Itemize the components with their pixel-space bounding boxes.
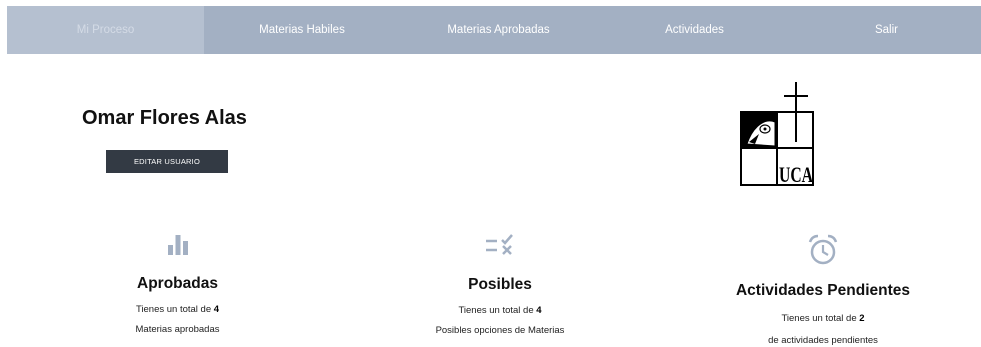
bar-chart-icon bbox=[167, 235, 188, 255]
checklist-icon bbox=[486, 234, 513, 255]
approved-count: 4 bbox=[213, 304, 220, 315]
card-posibles: Posibles Tienes un total de 4 Posibles o… bbox=[420, 234, 580, 336]
card-actividades-pendientes: Actividades Pendientes Tienes un total d… bbox=[728, 234, 918, 346]
card-title: Aprobadas bbox=[137, 275, 218, 292]
nav-item-materias-habiles[interactable]: Materias Habiles bbox=[204, 6, 400, 54]
possible-count: 4 bbox=[536, 305, 542, 316]
edit-user-button[interactable]: EDITAR USUARIO bbox=[106, 150, 228, 173]
card-description: Posibles opciones de Materias bbox=[435, 325, 565, 336]
nav-item-salir[interactable]: Salir bbox=[792, 6, 981, 54]
user-name: Omar Flores Alas bbox=[82, 107, 247, 129]
card-title: Posibles bbox=[468, 276, 532, 293]
alarm-clock-icon bbox=[808, 234, 838, 265]
card-description: de actividades pendientes bbox=[768, 335, 878, 346]
nav-item-actividades[interactable]: Actividades bbox=[597, 6, 792, 54]
card-total-line: Tienes un total de 2 bbox=[781, 313, 865, 324]
card-total-line: Tienes un total de 4 bbox=[458, 305, 542, 316]
uca-logo: UCA bbox=[735, 82, 819, 188]
nav-item-mi-proceso[interactable]: Mi Proceso bbox=[7, 6, 204, 54]
card-description: Materias aprobadas bbox=[135, 324, 220, 335]
pending-count: 2 bbox=[859, 313, 865, 324]
card-aprobadas: Aprobadas Tienes un total de 4 Materias … bbox=[110, 233, 245, 335]
card-total-line: Tienes un total de 4 bbox=[135, 304, 220, 315]
logo-text: UCA bbox=[779, 162, 813, 187]
card-title: Actividades Pendientes bbox=[735, 282, 910, 299]
top-navbar: Mi Proceso Materias Habiles Materias Apr… bbox=[7, 6, 981, 54]
nav-item-materias-aprobadas[interactable]: Materias Aprobadas bbox=[400, 6, 597, 54]
